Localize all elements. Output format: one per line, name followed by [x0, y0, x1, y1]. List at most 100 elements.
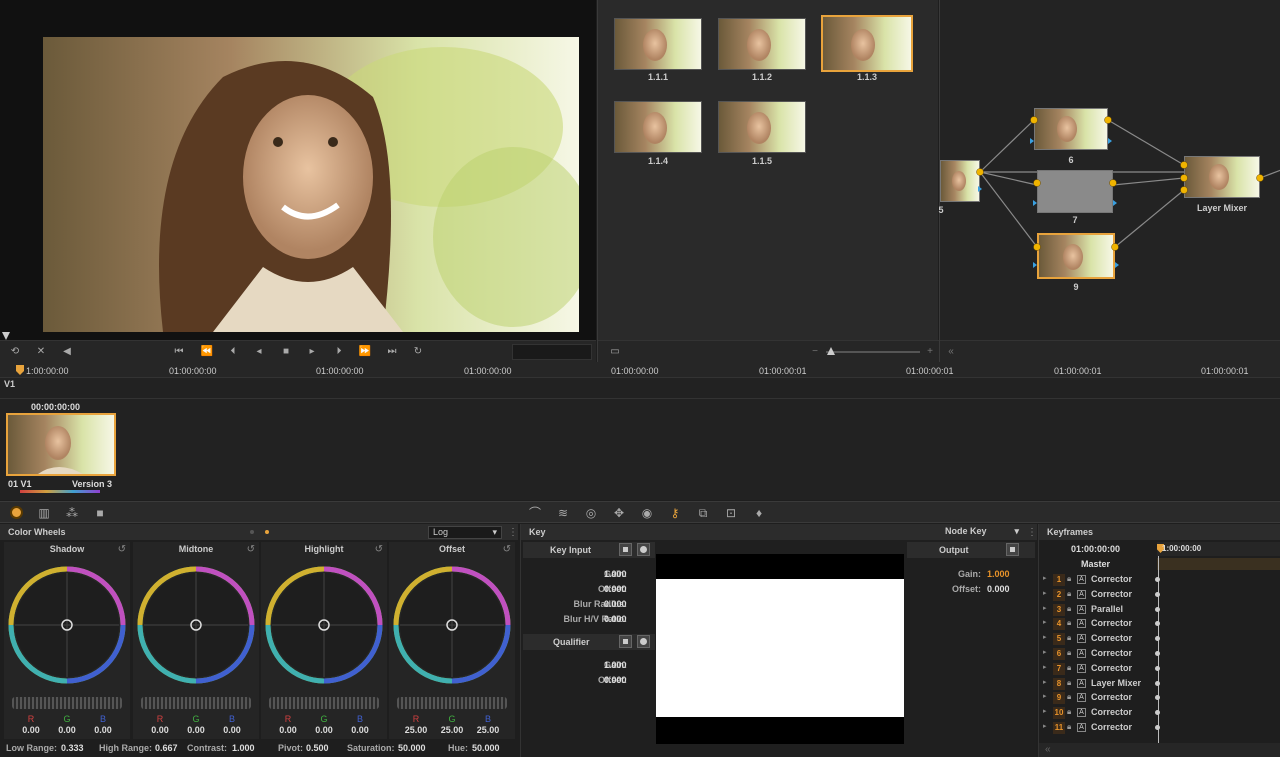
gallery-still[interactable] — [718, 18, 806, 70]
stereo-icon[interactable]: ⊡ — [723, 505, 739, 521]
g-value[interactable]: 0.00 — [313, 725, 335, 735]
qualifier-icon[interactable]: ≋ — [555, 505, 571, 521]
loop-icon[interactable]: ↻ — [411, 345, 425, 359]
lock-icon[interactable]: 🔒︎ — [1067, 707, 1071, 717]
zoom-slider[interactable] — [826, 351, 920, 353]
bars-icon[interactable]: ▥ — [36, 505, 52, 521]
pivot-value[interactable]: 0.500 — [306, 743, 329, 753]
lock-icon[interactable]: 🔒︎ — [1067, 722, 1071, 732]
loop-mode-icon[interactable]: ⟲ — [8, 345, 22, 359]
expand-icon[interactable]: ▸ — [1043, 574, 1047, 582]
keyframe-row[interactable]: ▸ 6 🔒︎ A Corrector — [1039, 648, 1280, 662]
auto-icon[interactable]: A — [1077, 604, 1086, 614]
master-wheel-slider[interactable] — [269, 697, 379, 709]
g-value[interactable]: 0.00 — [56, 725, 78, 735]
shuffle-icon[interactable]: ✕ — [34, 345, 48, 359]
keyframe-dot[interactable] — [1155, 710, 1160, 716]
lock-icon[interactable]: 🔒︎ — [1067, 678, 1071, 688]
zoom-out-icon[interactable]: − — [808, 345, 822, 359]
key-icon[interactable]: ⚷ — [667, 505, 683, 521]
keyframe-dot[interactable] — [1155, 725, 1160, 730]
expand-icon[interactable]: ▸ — [1043, 663, 1047, 671]
gallery-view-icon[interactable]: ▭ — [608, 345, 622, 359]
saturation-value[interactable]: 50.000 — [398, 743, 426, 753]
auto-icon[interactable]: A — [1077, 693, 1086, 703]
invert-icon[interactable] — [1006, 543, 1019, 556]
keyframe-dot[interactable] — [1155, 606, 1160, 612]
lock-icon[interactable]: 🔒︎ — [1067, 604, 1071, 614]
color-wheels-tab-icon[interactable] — [10, 506, 23, 519]
expand-icon[interactable]: ▸ — [1043, 692, 1047, 700]
auto-icon[interactable]: A — [1077, 678, 1086, 688]
auto-icon[interactable]: A — [1077, 575, 1086, 584]
gain-value[interactable]: 1.000 — [604, 660, 627, 670]
auto-icon[interactable]: A — [1077, 649, 1086, 658]
blur-ratio-value[interactable]: 0.000 — [604, 614, 627, 624]
lock-icon[interactable]: 🔒︎ — [1067, 633, 1071, 643]
b-value[interactable]: 0.00 — [92, 725, 114, 735]
go-to-start-icon[interactable]: ⏮ — [172, 345, 186, 359]
auto-icon[interactable]: A — [1077, 619, 1086, 629]
keyframe-dot[interactable] — [1155, 680, 1160, 686]
color-wheel[interactable] — [6, 564, 128, 686]
page-dot-active[interactable] — [265, 530, 269, 534]
expand-icon[interactable]: ▸ — [1043, 678, 1047, 686]
expand-icon[interactable]: ▸ — [1043, 633, 1047, 641]
timeline-ruler[interactable]: 1:00:00:00 01:00:00:00 01:00:00:00 01:00… — [0, 362, 1280, 378]
expand-icon[interactable]: ▸ — [1043, 707, 1047, 715]
offset-value[interactable]: 0.000 — [987, 584, 1010, 594]
lock-icon[interactable]: 🔒︎ — [1067, 574, 1071, 584]
menu-icon[interactable]: ⋮ — [508, 527, 518, 538]
b-value[interactable]: 0.00 — [221, 725, 243, 735]
reset-icon[interactable]: ↺ — [247, 544, 255, 555]
clip-thumbnail[interactable] — [6, 413, 116, 476]
mask-icon[interactable] — [637, 635, 650, 648]
keyframe-row[interactable]: ▸ 7 🔒︎ A Corrector — [1039, 662, 1280, 677]
blur-icon[interactable]: ◉ — [639, 505, 655, 521]
keyframe-row[interactable]: ▸ 8 🔒︎ A Layer Mixer — [1039, 677, 1280, 692]
g-value[interactable]: 0.00 — [185, 725, 207, 735]
color-wheel[interactable] — [135, 564, 257, 686]
r-value[interactable]: 0.00 — [20, 725, 42, 735]
tracker-icon[interactable]: ✥ — [611, 505, 627, 521]
invert-icon[interactable] — [619, 635, 632, 648]
mask-icon[interactable] — [637, 543, 650, 556]
gallery-still[interactable] — [718, 101, 806, 153]
reset-icon[interactable]: ↺ — [118, 544, 126, 555]
hue-value[interactable]: 50.000 — [472, 743, 500, 753]
blur-radius-value[interactable]: 0.000 — [604, 599, 627, 609]
curves-icon[interactable]: ⌒ — [527, 505, 543, 521]
keyframe-row[interactable]: ▸ 2 🔒︎ A Corrector — [1039, 588, 1280, 603]
next-frame-icon[interactable]: ⏵ — [332, 345, 346, 359]
play-icon[interactable]: ▸ — [305, 345, 319, 359]
keyframe-row[interactable]: ▸ 3 🔒︎ A Parallel — [1039, 603, 1280, 618]
playhead-icon[interactable] — [16, 365, 24, 375]
zoom-in-icon[interactable]: + — [923, 345, 937, 359]
camera-icon[interactable]: ■ — [92, 505, 108, 521]
high-range-value[interactable]: 0.667 — [155, 743, 178, 753]
offset-value[interactable]: 0.000 — [604, 675, 627, 685]
keyframes-ruler[interactable]: 1:00:00:00 — [1157, 542, 1280, 556]
expand-icon[interactable]: ▸ — [1043, 722, 1047, 730]
expand-icon[interactable]: ▸ — [1043, 618, 1047, 626]
mode-dropdown[interactable]: Log ▾ — [428, 526, 502, 539]
menu-icon[interactable]: ⋮ — [1027, 527, 1037, 538]
keyframe-dot[interactable] — [1155, 591, 1160, 597]
auto-icon[interactable]: A — [1077, 708, 1086, 718]
color-wheel[interactable] — [263, 564, 385, 686]
r-value[interactable]: 0.00 — [277, 725, 299, 735]
auto-icon[interactable]: A — [1077, 634, 1086, 644]
keyframe-dot[interactable] — [1155, 621, 1160, 627]
node-key-dropdown[interactable]: Node Key ▾ — [941, 526, 1023, 539]
lock-icon[interactable]: 🔒︎ — [1067, 589, 1071, 599]
fast-forward-icon[interactable]: ⏩ — [358, 345, 372, 359]
keyframe-dot[interactable] — [1155, 577, 1160, 582]
b-value[interactable]: 25.00 — [475, 725, 501, 735]
color-wheel[interactable] — [391, 564, 513, 686]
stop-icon[interactable]: ■ — [279, 345, 293, 359]
keyframe-row[interactable]: ▸ 5 🔒︎ A Corrector — [1039, 633, 1280, 647]
reset-icon[interactable]: ↺ — [503, 544, 511, 555]
keyframe-row[interactable]: ▸ 10 🔒︎ A Corrector — [1039, 707, 1280, 721]
window-icon[interactable]: ◎ — [583, 505, 599, 521]
keyframe-row[interactable]: ▸ 4 🔒︎ A Corrector — [1039, 618, 1280, 632]
